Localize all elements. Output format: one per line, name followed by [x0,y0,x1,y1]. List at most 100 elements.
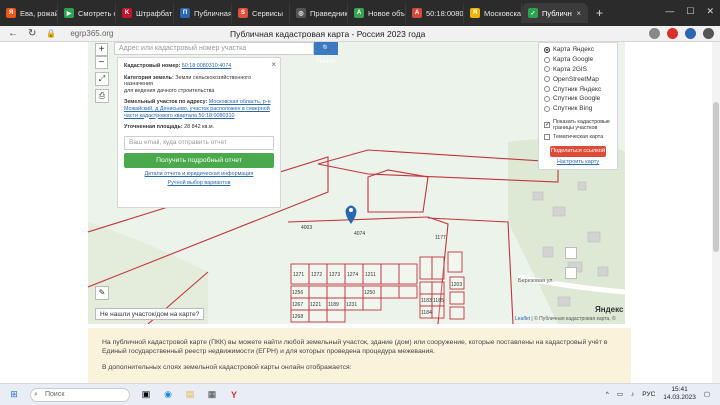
clock[interactable]: 15:41 14.03.2023 [663,386,696,402]
description-paragraph: На публичной кадастровой карте (ПКК) вы … [102,339,608,355]
close-window-icon[interactable]: ✕ [706,6,714,17]
browser-tab[interactable]: П Публичная [174,3,232,23]
description-paragraph: В дополнительных слоях земельной кадастр… [102,364,352,371]
new-tab-button[interactable]: + [596,6,603,20]
layer-option[interactable]: Карта Яндекс [544,45,612,55]
minimize-icon[interactable]: — [665,6,674,17]
zoom-in-button[interactable]: + [95,43,108,56]
land-category-label: Категория земель: [124,74,174,81]
browser-tab[interactable]: Я Ева, рожай! [0,3,58,23]
parcel-label: 1189 [328,302,339,308]
leaflet-link[interactable]: Leaflet [515,316,530,322]
menu-icon[interactable] [703,28,714,39]
radio-icon[interactable] [544,66,550,73]
taskbar-search-input[interactable]: ⌕ Поиск [30,387,130,402]
extension-icon[interactable] [685,28,696,39]
windows-start-icon[interactable]: ⊞ [8,389,20,401]
radio-icon[interactable] [544,56,550,63]
layer-option[interactable]: Карта 2GIS [544,65,612,75]
network-icon[interactable]: ▭ [617,390,623,398]
page-scrollbar[interactable] [712,42,720,383]
parcel-label: 1185 [433,298,444,304]
street-label: Березовая ул. [518,278,554,284]
parcel-label: 1221 [310,302,321,308]
task-view-icon[interactable]: ▣ [140,389,152,401]
draw-button[interactable]: ✎ [95,286,109,300]
layer-option-label: OpenStreetMap [553,75,599,83]
extension-icon[interactable] [667,28,678,39]
edge-icon[interactable]: ◉ [162,389,174,401]
page-main: 4003 4074 1177 1271 1272 1273 1274 1211 … [0,42,720,383]
extensions [649,28,714,39]
not-found-button[interactable]: Не нашли участок/дом на карте? [95,308,205,320]
report-details-link[interactable]: Детали отчета и юридическая информация [145,171,254,177]
checkbox-checked-icon[interactable]: ✓ [544,121,550,128]
reload-icon[interactable]: ↻ [28,28,36,39]
parcel-label: 4003 [301,225,312,231]
radio-icon[interactable] [544,95,550,102]
search-icon: ⌕ [34,390,38,398]
tab-favicon-icon: ▶ [64,8,74,18]
manual-selection-link[interactable]: Ручной выбор вариантов [168,180,231,186]
share-link-button[interactable]: Поделиться ссылкой [550,146,606,158]
fullscreen-button[interactable]: ⤢ [95,72,109,86]
bookmark-icon[interactable] [649,28,660,39]
search-button[interactable]: 🔍 Найти [314,42,338,65]
show-boundaries-option[interactable]: ✓ Показать кадастровые границы участков [544,117,612,133]
tab-label: Ева, рожай! [20,8,58,18]
radio-icon[interactable] [544,105,550,112]
tab-label: Штрафбат [136,8,173,18]
parcel-label: 1268 [292,314,303,320]
close-icon[interactable]: × [271,60,276,69]
browser-tab[interactable]: ✓ Публичн × [522,3,588,23]
browser-tab[interactable]: ◎ Праведник [290,3,348,23]
layer-option[interactable]: Спутник Яндекс [544,84,612,94]
browser-tab[interactable]: S Сервисы [232,3,290,23]
parcel-label: 1177 [435,235,446,241]
address-search-input[interactable]: Адрес или кадастровый номер участка [114,42,314,55]
checkbox-icon[interactable] [544,134,550,141]
browser-tab[interactable]: A Новое объя [348,3,406,23]
map-side-control[interactable] [565,247,577,259]
maximize-icon[interactable]: ☐ [686,6,694,17]
parcel-label: 1272 [311,272,322,278]
store-icon[interactable]: ▦ [206,389,218,401]
layer-option[interactable]: Карта Google [544,55,612,65]
browser-tab[interactable]: K Штрафбат [116,3,174,23]
layer-option[interactable]: OpenStreetMap [544,74,612,84]
radio-icon[interactable] [544,86,550,93]
back-icon[interactable]: ← [8,28,18,39]
browser-tab[interactable]: ▶ Смотреть ст [58,3,116,23]
layer-option-label: Спутник Bing [553,105,593,113]
scrollbar-thumb[interactable] [713,102,719,252]
tab-favicon-icon: ◎ [296,8,306,18]
taskbar-search-placeholder: Поиск [45,390,65,398]
tab-close-icon[interactable]: × [576,9,581,18]
chevron-up-icon[interactable]: ^ [606,391,609,398]
layer-option[interactable]: Спутник Google [544,94,612,104]
layer-option[interactable]: Спутник Bing [544,104,612,114]
tab-favicon-icon: ✓ [528,8,538,18]
radio-selected-icon[interactable] [544,46,550,53]
browser-tab[interactable]: A 50:18:008031 [406,3,464,23]
layer-option-label: Карта Яндекс [553,46,595,54]
configure-map-link[interactable]: Настроить карту [544,159,612,165]
volume-icon[interactable]: ♪ [631,391,634,398]
parcel-label: 1183 [421,298,432,304]
parcel-info-panel: × Кадастровый номер: 50:18:0080310:4074 … [117,57,281,208]
browser-tab[interactable]: Я Московская [464,3,522,23]
thematic-map-option[interactable]: Тематическая карта [544,133,612,143]
area-label: Уточненная площадь: [124,124,183,131]
map-side-control[interactable] [565,267,577,279]
get-report-button[interactable]: Получить подробный отчет [124,152,274,168]
print-button[interactable]: ⎙ [95,89,109,103]
zoom-out-button[interactable]: − [95,56,108,69]
email-field[interactable]: Ваш email, куда отправить отчет [124,135,274,150]
notifications-icon[interactable]: ▢ [704,390,710,398]
language-indicator[interactable]: РУС [642,391,655,398]
explorer-icon[interactable]: ▤ [184,389,196,401]
url-text[interactable]: egrp365.org [70,29,113,38]
yandex-browser-icon[interactable]: Y [228,389,240,401]
radio-icon[interactable] [544,76,550,83]
cadastral-number-link[interactable]: 50:18:0080310:4074 [182,63,231,69]
